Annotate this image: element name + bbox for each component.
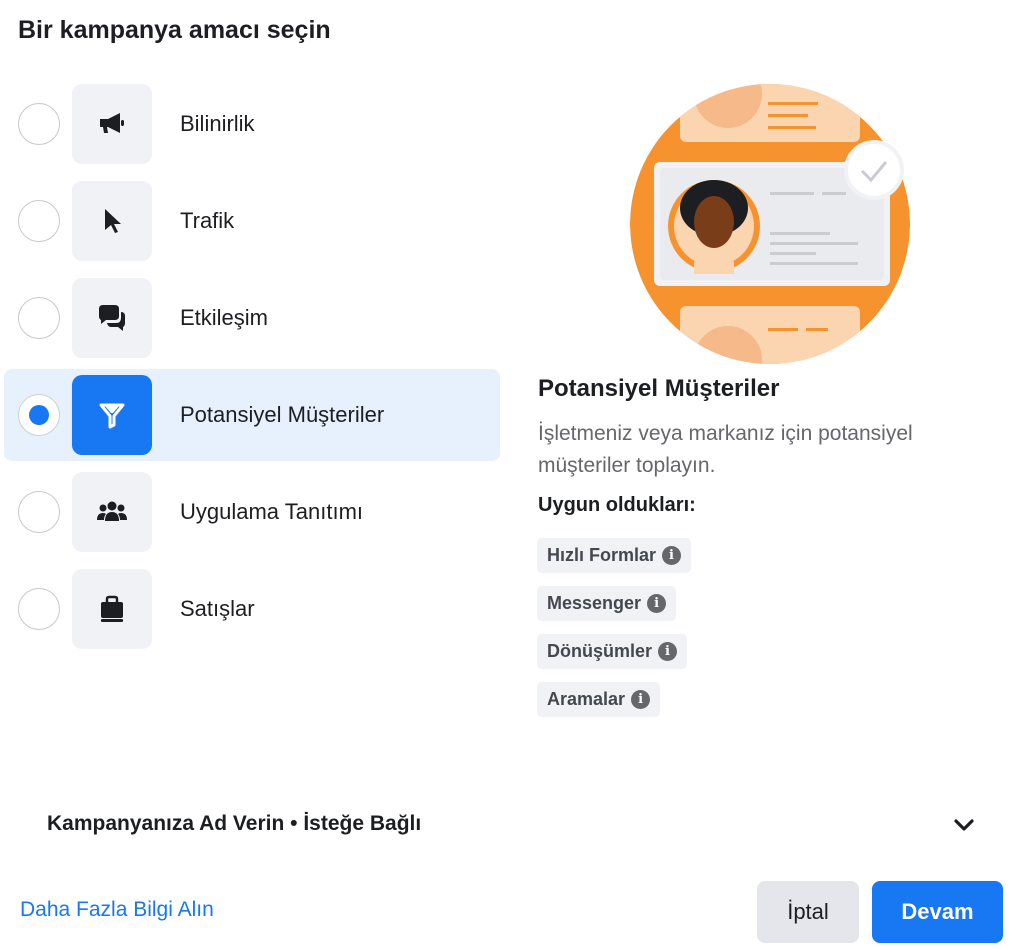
megaphone-icon xyxy=(72,84,152,164)
objective-list: Bilinirlik Trafik Etkileşim Potansiyel M… xyxy=(4,78,500,660)
cursor-icon xyxy=(72,181,152,261)
info-icon[interactable]: i xyxy=(662,546,682,565)
suitable-for-label: Uygun oldukları: xyxy=(538,494,696,516)
learn-more-link[interactable]: Daha Fazla Bilgi Alın xyxy=(20,898,214,922)
cancel-button[interactable]: İptal xyxy=(757,881,859,943)
radio-button[interactable] xyxy=(18,394,60,436)
leads-illustration xyxy=(628,84,912,364)
campaign-name-expander[interactable]: Kampanyanıza Ad Verin • İsteğe Bağlı xyxy=(47,808,977,842)
objective-engagement[interactable]: Etkileşim xyxy=(4,272,500,364)
chip-calls: Aramalar i xyxy=(537,682,661,717)
radio-button[interactable] xyxy=(18,200,60,242)
objective-app-promotion[interactable]: Uygulama Tanıtımı xyxy=(4,466,500,558)
radio-button[interactable] xyxy=(18,491,60,533)
objective-label: Bilinirlik xyxy=(180,111,255,136)
shopping-bag-icon xyxy=(72,569,152,649)
campaign-name-label: Kampanyanıza Ad Verin • İsteğe Bağlı xyxy=(47,812,422,835)
funnel-icon xyxy=(72,375,152,455)
dialog-title: Bir kampanya amacı seçin xyxy=(18,16,331,44)
info-icon[interactable]: i xyxy=(658,642,678,661)
radio-dot xyxy=(29,405,49,425)
info-icon[interactable]: i xyxy=(631,690,651,709)
objective-awareness[interactable]: Bilinirlik xyxy=(4,78,500,170)
radio-button[interactable] xyxy=(18,297,60,339)
objective-label: Trafik xyxy=(180,208,235,233)
objective-label: Satışlar xyxy=(180,596,255,621)
objective-leads[interactable]: Potansiyel Müşteriler xyxy=(4,369,500,461)
objective-details-description: İşletmeniz veya markanız için potansiyel… xyxy=(538,422,913,477)
objective-traffic[interactable]: Trafik xyxy=(4,175,500,267)
chip-conversions: Dönüşümler i xyxy=(537,634,688,669)
objective-sales[interactable]: Satışlar xyxy=(4,563,500,655)
chevron-down-icon xyxy=(954,819,974,831)
campaign-objective-dialog: Bir kampanya amacı seçin Bilinirlik Traf… xyxy=(0,0,1024,950)
chip-instant-forms: Hızlı Formlar i xyxy=(537,538,692,573)
people-icon xyxy=(72,472,152,552)
suitable-for-list: Hızlı Formlar i Messenger i Dönüşümler i Ar… xyxy=(537,538,692,730)
radio-button[interactable] xyxy=(18,103,60,145)
objective-label: Uygulama Tanıtımı xyxy=(180,499,364,524)
chip-messenger: Messenger i xyxy=(537,586,677,621)
objective-details-title: Potansiyel Müşteriler xyxy=(538,375,780,402)
objective-label: Etkileşim xyxy=(180,305,269,330)
chat-bubbles-icon xyxy=(72,278,152,358)
objective-label: Potansiyel Müşteriler xyxy=(180,402,385,427)
continue-button[interactable]: Devam xyxy=(872,881,1003,943)
radio-button[interactable] xyxy=(18,588,60,630)
info-icon[interactable]: i xyxy=(647,594,667,613)
